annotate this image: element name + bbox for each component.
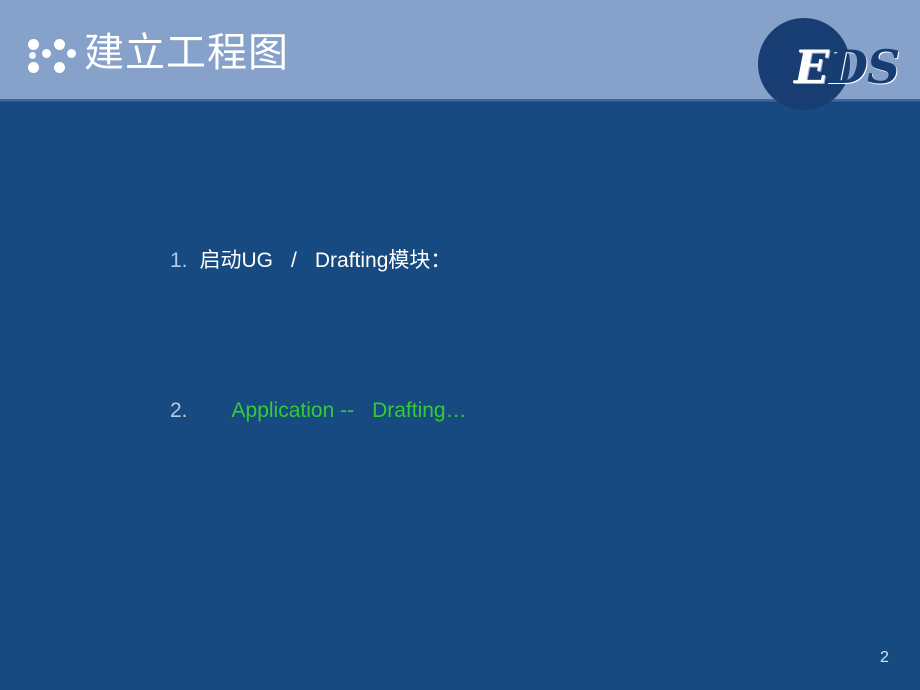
dot-large-top-left	[28, 39, 39, 50]
slide-body: 1. 启动UG / Drafting模块： 2. Application -- Draft…	[0, 101, 920, 690]
dot-small-center-right	[67, 49, 76, 58]
list-item: 2. Application -- Drafting…	[170, 397, 467, 425]
list-item-text-secondary: Drafting…	[372, 399, 467, 422]
page-title: 建立工程图	[84, 30, 289, 76]
list-item-number: 2.	[170, 399, 188, 422]
dot-cluster-icon	[26, 37, 78, 75]
dot-small-center-left	[42, 49, 51, 58]
presentation-slide: 建立工程图 EDS 1. 启动UG / Drafting模块： 2. Applicati…	[0, 0, 920, 690]
list-item-text-primary: Application --	[231, 399, 355, 422]
page-number: 2	[880, 649, 889, 666]
eds-logo: EDS	[750, 10, 920, 110]
list-item-text-primary: 启动UG	[199, 249, 274, 272]
list-item-text-separator: /	[291, 249, 297, 272]
logo-wordmark: EDS	[794, 44, 900, 90]
list-item-text-secondary: Drafting模块：	[314, 249, 452, 272]
dot-large-top-right	[54, 39, 65, 50]
logo-letter-e: E	[794, 40, 829, 94]
dot-large-bottom-right	[54, 62, 65, 73]
logo-letters-ds: DS	[828, 40, 900, 94]
list-item: 1. 启动UG / Drafting模块：	[170, 247, 451, 275]
dot-tiny-edge	[29, 52, 36, 59]
dot-large-bottom-left	[28, 62, 39, 73]
list-item-number: 1.	[170, 249, 188, 272]
